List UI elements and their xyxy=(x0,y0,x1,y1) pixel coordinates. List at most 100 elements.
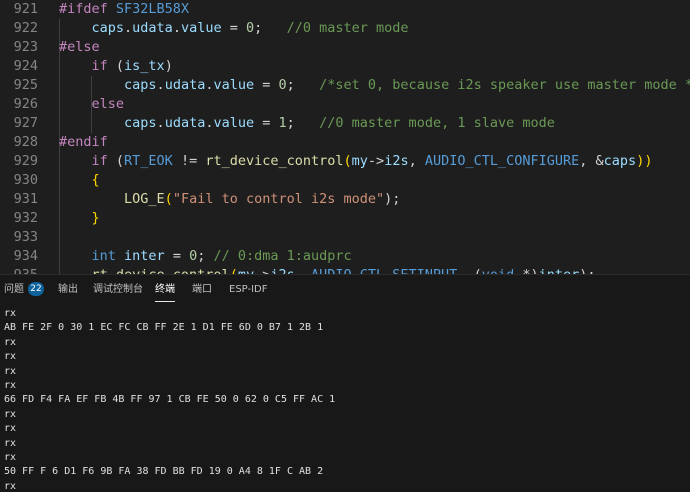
code-token: ( xyxy=(343,153,352,169)
code-token: my xyxy=(238,267,254,274)
tab-debug-console[interactable]: 调试控制台 xyxy=(93,275,143,305)
code-token: int xyxy=(91,248,116,264)
tab-terminal-label: 终端 xyxy=(155,284,175,295)
code-token: ) xyxy=(164,58,173,74)
code-token: -> xyxy=(367,153,385,169)
code-token: //0 master mode xyxy=(286,20,409,36)
terminal-line: 66 FD F4 FA EF FB 4B FF 97 1 CB FE 50 0 … xyxy=(4,394,336,406)
code-token: 0 xyxy=(278,77,287,93)
terminal-line: rx xyxy=(4,408,17,420)
terminal-line: rx xyxy=(4,379,17,391)
code-token: i2s xyxy=(384,153,409,169)
code-line: 928 #endif xyxy=(0,133,690,152)
line-number: 933 xyxy=(13,229,38,245)
problems-count-badge: 22 xyxy=(28,282,44,296)
terminal-output[interactable]: rx AB FE 2F 0 30 1 EC FC CB FF 2E 1 D1 F… xyxy=(4,307,690,492)
code-token: 0 xyxy=(245,20,255,36)
code-token: if xyxy=(91,153,108,169)
line-number: 922 xyxy=(13,20,38,36)
terminal-line: rx xyxy=(4,351,17,363)
code-line: 933 xyxy=(0,228,690,247)
line-number: 923 xyxy=(13,39,38,55)
code-token: = xyxy=(164,248,190,264)
code-text: int inter = 0; // 0:dma 1:audprc xyxy=(59,247,352,266)
code-token: -> xyxy=(254,267,270,274)
code-token: /*set 0, because i2s speaker use master … xyxy=(319,77,690,93)
code-token: //0 master mode, 1 slave mode xyxy=(319,115,555,131)
tab-debug-console-label: 调试控制台 xyxy=(93,284,143,295)
code-line: 930 { xyxy=(0,171,690,190)
code-token: } xyxy=(91,210,100,226)
code-token: . xyxy=(172,20,181,36)
code-token: ( xyxy=(107,153,125,169)
code-line: 935 rt_device_control(my->i2s, AUDIO_CTL… xyxy=(0,266,690,274)
code-token: i2s xyxy=(270,267,294,274)
terminal-line: AB FE 2F 0 30 1 EC FC CB FF 2E 1 D1 FE 6… xyxy=(4,322,324,334)
line-number: 924 xyxy=(13,58,38,74)
tab-esp-idf-label: ESP-IDF xyxy=(229,284,268,295)
line-number: 926 xyxy=(13,96,38,112)
code-token: my xyxy=(351,153,368,169)
line-number: 931 xyxy=(13,191,38,207)
code-token: #else xyxy=(59,39,100,55)
code-token: if xyxy=(91,58,108,74)
terminal-line: rx xyxy=(4,451,17,463)
code-token: #ifdef xyxy=(59,1,116,17)
code-text: caps.udata.value = 1; //0 master mode, 1… xyxy=(59,114,555,133)
code-token: = xyxy=(221,20,246,36)
code-text: if (is_tx) xyxy=(59,57,173,76)
code-token: caps xyxy=(124,115,157,131)
code-token: AUDIO_CTL_CONFIGURE xyxy=(424,153,580,169)
terminal-line: rx xyxy=(4,480,17,492)
line-number: 932 xyxy=(13,210,38,226)
code-token: else xyxy=(91,96,125,112)
tab-terminal[interactable]: 终端 xyxy=(155,275,175,305)
tab-ports[interactable]: 端口 xyxy=(192,275,212,305)
terminal-line: rx xyxy=(4,423,17,435)
code-editor[interactable]: 921 #ifdef SF32LB58X 922 caps.udata.value … xyxy=(0,0,690,274)
code-token: . xyxy=(156,115,165,131)
code-token: ); xyxy=(579,267,595,274)
code-token: = xyxy=(254,115,279,131)
code-token: "Fail to control i2s mode" xyxy=(172,191,385,207)
line-number: 921 xyxy=(13,1,38,17)
code-token: ( xyxy=(230,267,238,274)
code-token: . xyxy=(124,20,133,36)
code-token: ( xyxy=(164,191,173,207)
code-token: , xyxy=(295,267,311,274)
tab-esp-idf[interactable]: ESP-IDF xyxy=(229,275,268,305)
code-token: is_tx xyxy=(124,58,165,74)
code-token: inter xyxy=(124,248,165,264)
code-token: caps xyxy=(124,77,157,93)
code-token: rt_device_control xyxy=(92,267,230,274)
bottom-panel: 问题 22 输出 调试控制台 终端 端口 ESP-IDF rx AB FE 2F … xyxy=(0,274,690,492)
code-token: *) xyxy=(514,267,538,274)
code-text: #endif xyxy=(59,133,108,152)
code-token: ; xyxy=(197,248,214,264)
code-text: } xyxy=(59,209,100,228)
code-text: #ifdef SF32LB58X xyxy=(59,0,189,19)
tab-output[interactable]: 输出 xyxy=(58,275,78,305)
code-text: { xyxy=(59,171,100,190)
code-token: udata xyxy=(164,115,206,131)
code-line: 922 caps.udata.value = 0; //0 master mod… xyxy=(0,19,690,38)
code-text: rt_device_control(my->i2s, AUDIO_CTL_SET… xyxy=(59,266,596,274)
code-line: 932 } xyxy=(0,209,690,228)
terminal-line: rx xyxy=(4,336,17,348)
code-text: LOG_E("Fail to control i2s mode"); xyxy=(59,190,400,209)
line-number: 928 xyxy=(13,134,38,150)
code-token: = xyxy=(254,77,279,93)
code-token: . xyxy=(156,77,165,93)
code-token: udata xyxy=(132,20,173,36)
panel-tabs: 问题 22 输出 调试控制台 终端 端口 ESP-IDF xyxy=(0,275,690,305)
code-line: 923 #else xyxy=(0,38,690,57)
tab-problems[interactable]: 问题 22 xyxy=(4,275,44,305)
